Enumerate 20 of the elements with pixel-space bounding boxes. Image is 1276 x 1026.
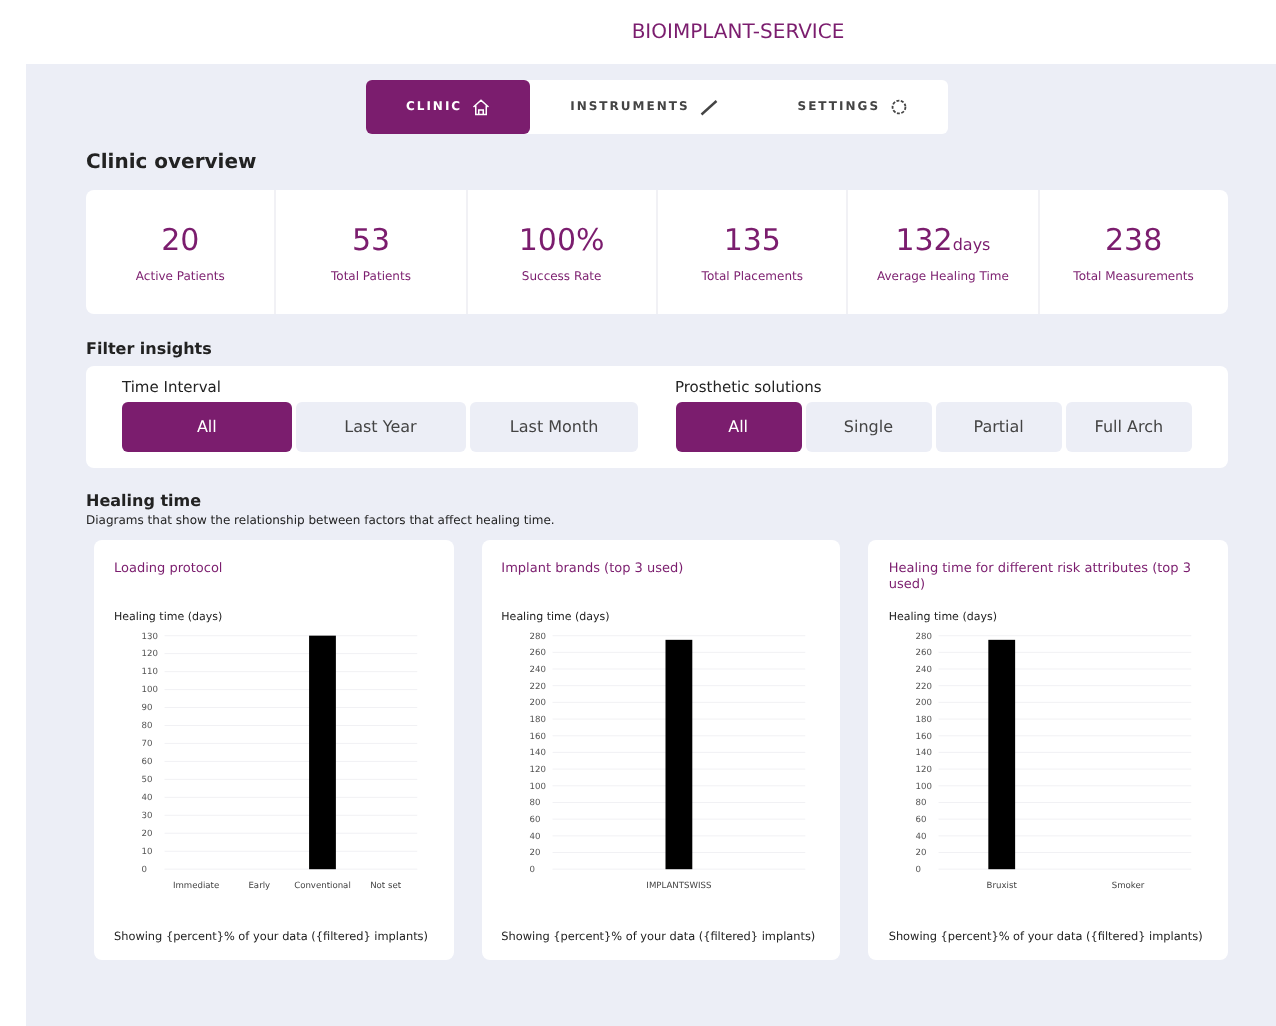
filter-option[interactable]: Full Arch bbox=[1065, 402, 1192, 452]
stat-value: 238 bbox=[1104, 221, 1163, 257]
section-title: Healing time bbox=[86, 492, 204, 510]
stat-value: 20 bbox=[161, 221, 200, 257]
filter-option[interactable]: Last Month bbox=[469, 402, 639, 452]
stat-value: 135 bbox=[723, 221, 781, 257]
filter-option[interactable]: All bbox=[122, 402, 292, 452]
gear-icon bbox=[890, 98, 909, 116]
filter-option[interactable]: Last Year bbox=[295, 402, 466, 452]
filter-option[interactable]: All bbox=[675, 402, 802, 452]
filter-option[interactable]: Single bbox=[805, 402, 932, 452]
house-icon bbox=[472, 98, 491, 116]
app-title: BIOIMPLANT-SERVICE bbox=[631, 21, 845, 43]
pen-icon bbox=[699, 98, 718, 116]
stat-value: 132days bbox=[895, 221, 991, 257]
section-title: Filter insights bbox=[86, 340, 214, 358]
stat-value: 100% bbox=[518, 221, 605, 257]
stat-value: 53 bbox=[351, 221, 391, 257]
section-title: Clinic overview bbox=[86, 152, 259, 174]
filter-option[interactable]: Partial bbox=[935, 402, 1062, 452]
